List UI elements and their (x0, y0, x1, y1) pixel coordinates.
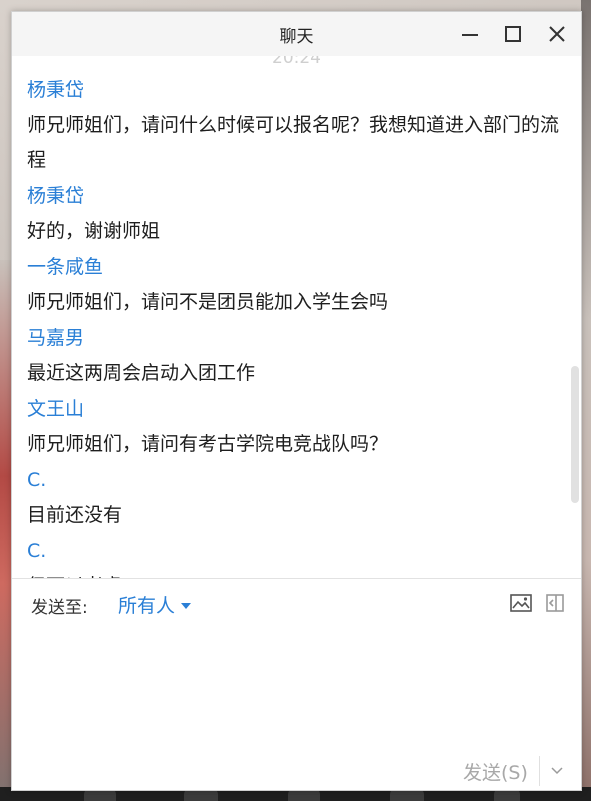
maximize-button[interactable] (501, 22, 525, 46)
send-button[interactable]: 发送(S) (463, 758, 528, 785)
message-text: 好的，谢谢师姐 (27, 220, 161, 242)
message-text: 但可以考虑 (27, 569, 562, 578)
minimize-button[interactable] (458, 22, 482, 46)
recipient-value: 所有人 (118, 595, 176, 617)
message-list[interactable]: 20:24 杨秉岱 师兄师姐们，请问什么时候可以报名呢？我想知道进入部门的流程 … (12, 56, 581, 578)
send-to-label: 发送至: (31, 598, 88, 618)
message-item: 文王山 师兄师姐们，请问有考古学院电竞战队吗？ (27, 391, 562, 462)
send-options-button[interactable] (546, 758, 568, 784)
divider (12, 578, 581, 579)
window-title: 聊天 (279, 26, 314, 47)
title-bar[interactable]: 聊天 (12, 12, 581, 56)
message-text: 师兄师姐们，请问有考古学院电竞战队吗？ (27, 433, 389, 455)
message-item: 杨秉岱 师兄师姐们，请问什么时候可以报名呢？我想知道进入部门的流程 (27, 72, 562, 178)
compose-footer: 发送(S) (12, 754, 581, 790)
chevron-down-icon (551, 767, 563, 775)
message-text: 师兄师姐们，请问不是团员能加入学生会吗 (27, 291, 389, 313)
side-panel-button[interactable] (543, 591, 567, 615)
message-text: 师兄师姐们，请问什么时候可以报名呢？我想知道进入部门的流程 (27, 114, 560, 171)
scrollbar-thumb[interactable] (571, 366, 579, 503)
compose-toolbar: 发送至: 所有人 (12, 587, 581, 621)
minimize-icon (462, 34, 478, 36)
image-icon (510, 594, 532, 612)
maximize-icon (505, 26, 521, 42)
message-item: C. 但可以考虑 (27, 533, 562, 578)
message-text: 目前还没有 (27, 504, 123, 526)
message-item: 杨秉岱 好的，谢谢师姐 (27, 178, 562, 249)
divider (539, 756, 540, 786)
message-item: C. 目前还没有 (27, 462, 562, 533)
chat-window: 聊天 20:24 杨秉岱 师兄师姐们，请问什么时候可以报名呢？我想知道进入部门的… (11, 11, 582, 791)
message-text: 最近这两周会启动入团工作 (27, 362, 256, 384)
message-sender[interactable]: 文王山 (27, 391, 562, 427)
message-sender[interactable]: 杨秉岱 (27, 72, 562, 108)
send-image-button[interactable] (509, 591, 533, 615)
background-wallpaper-right (581, 0, 591, 801)
message-input[interactable] (26, 630, 570, 754)
timestamp: 20:24 (272, 56, 321, 68)
close-button[interactable] (545, 22, 569, 46)
close-icon (549, 26, 565, 42)
side-panel-icon (546, 594, 564, 612)
message-sender[interactable]: C. (27, 462, 562, 498)
recipient-dropdown[interactable]: 所有人 (118, 591, 192, 618)
message-sender[interactable]: 杨秉岱 (27, 178, 562, 214)
message-sender[interactable]: 马嘉男 (27, 320, 562, 356)
message-item: 马嘉男 最近这两周会启动入团工作 (27, 320, 562, 391)
caret-down-icon (181, 602, 192, 609)
message-sender[interactable]: C. (27, 533, 562, 569)
message-item: 一条咸鱼 师兄师姐们，请问不是团员能加入学生会吗 (27, 249, 562, 320)
message-sender[interactable]: 一条咸鱼 (27, 249, 562, 285)
